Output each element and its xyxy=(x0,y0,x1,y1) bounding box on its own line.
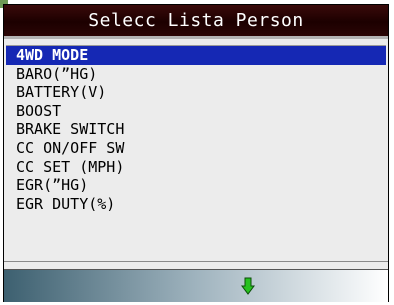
list-item-cc-on-off-sw[interactable]: CC ON/OFF SW xyxy=(6,139,386,158)
list-item-label: EGR DUTY(%) xyxy=(16,194,116,213)
parameter-list: 4WD MODE BARO(”HG) BATTERY(V) BOOST BRAK… xyxy=(6,45,386,261)
list-divider xyxy=(4,261,388,262)
list-item-label: BARO(”HG) xyxy=(16,64,98,83)
list-item-egr-duty[interactable]: EGR DUTY(%) xyxy=(6,195,386,214)
list-item-label: BATTERY(V) xyxy=(16,83,107,102)
list-item-label: BRAKE SWITCH xyxy=(16,120,125,139)
list-item-label: BOOST xyxy=(16,101,62,120)
list-item-battery[interactable]: BATTERY(V) xyxy=(6,83,386,102)
scanner-screen: Selecc Lista Person 4WD MODE BARO(”HG) B… xyxy=(3,4,389,302)
list-item-brake-switch[interactable]: BRAKE SWITCH xyxy=(6,120,386,139)
list-item-egr[interactable]: EGR(”HG) xyxy=(6,176,386,195)
screen-title: Selecc Lista Person xyxy=(88,10,304,31)
list-item-label: CC SET (MPH) xyxy=(16,157,125,176)
arrow-down-icon[interactable] xyxy=(241,277,255,295)
list-item-label: 4WD MODE xyxy=(16,46,89,64)
list-item-label: CC ON/OFF SW xyxy=(16,138,125,157)
list-item-cc-set[interactable]: CC SET (MPH) xyxy=(6,158,386,177)
list-item-boost[interactable]: BOOST xyxy=(6,102,386,121)
navigation-bar xyxy=(4,269,388,302)
list-item-4wd-mode[interactable]: 4WD MODE xyxy=(6,46,386,65)
list-item-label: EGR(”HG) xyxy=(16,176,89,195)
list-item-baro[interactable]: BARO(”HG) xyxy=(6,65,386,84)
title-bar: Selecc Lista Person xyxy=(4,5,388,39)
